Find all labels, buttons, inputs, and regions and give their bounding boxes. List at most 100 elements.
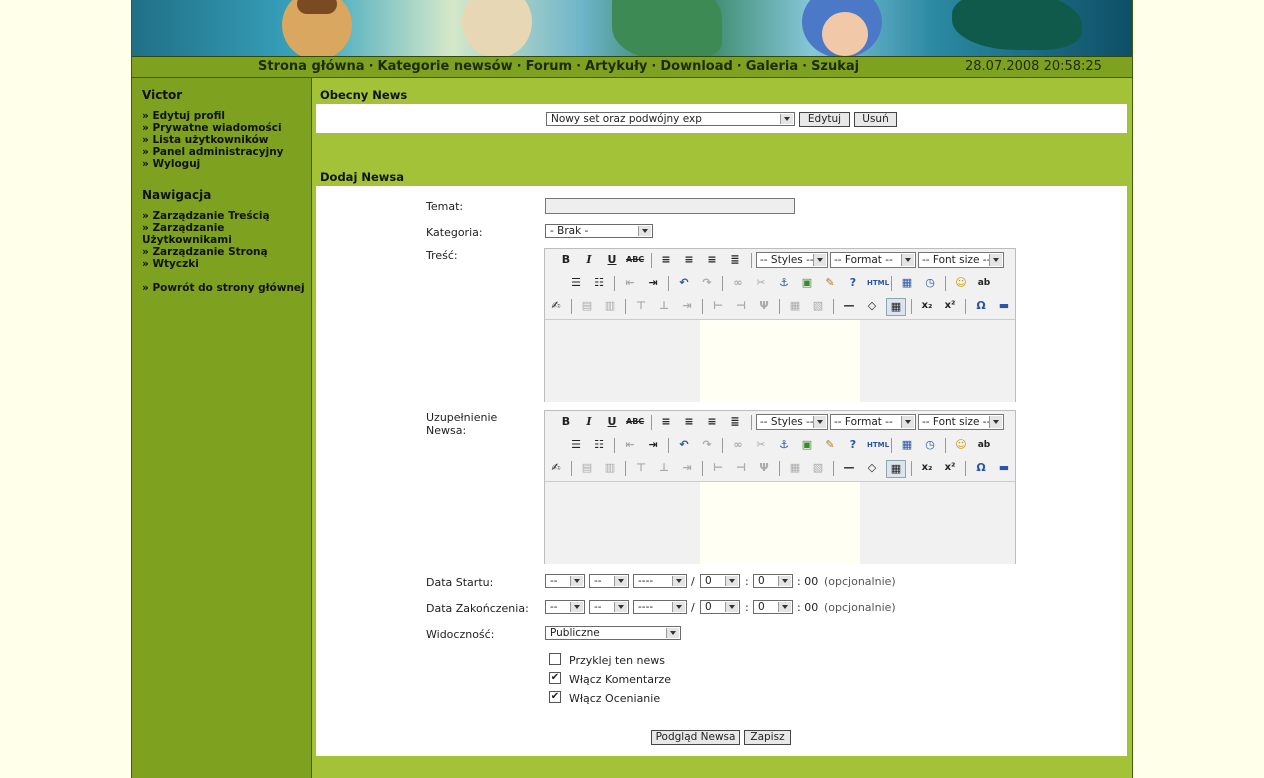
start-minute-select[interactable]: 0 [753,574,793,588]
start-day-select[interactable]: -- [545,574,585,588]
format-dropdown[interactable]: -- Format -- [830,414,916,430]
rating-checkbox[interactable]: ✔ [549,691,561,703]
unlink-icon[interactable]: ✂ [752,275,770,291]
start-month-select[interactable]: -- [589,574,629,588]
insert-col-before-icon[interactable]: ⊢ [709,460,727,476]
remove-format-icon[interactable]: ◇ [863,298,881,314]
advanced-hr-icon[interactable]: ▬ [995,298,1013,314]
end-year-select[interactable]: ---- [633,600,687,614]
strikethrough-icon[interactable]: ABC [626,252,644,268]
insert-row-before-icon[interactable]: ⊤ [632,298,650,314]
indent-icon[interactable]: ⇥ [644,275,662,291]
italic-icon[interactable]: I [580,414,598,430]
insert-row-before-icon[interactable]: ⊤ [632,460,650,476]
align-right-icon[interactable]: ≡ [703,414,721,430]
link-icon[interactable]: ∞ [729,275,747,291]
image-icon[interactable]: ▣ [798,437,816,453]
nav-news-categories[interactable]: Kategorie newsów [378,59,513,74]
anchor-icon[interactable]: ⚓ [775,275,793,291]
extended-edit-area[interactable] [545,481,1015,564]
insert-col-before-icon[interactable]: ⊢ [709,298,727,314]
nav-download[interactable]: Download [660,59,732,74]
unlink-icon[interactable]: ✂ [752,437,770,453]
undo-icon[interactable]: ↶ [675,437,693,453]
sidebar-item-user-management[interactable]: » Zarządzanie Użytkownikami [142,222,252,246]
save-button[interactable]: Zapisz [744,730,791,745]
merge-cells-icon[interactable]: ▧ [809,460,827,476]
table-cell-props-icon[interactable]: ▥ [601,460,619,476]
start-year-select[interactable]: ---- [633,574,687,588]
html-source-icon[interactable]: HTML [867,437,889,453]
bold-icon[interactable]: B [557,414,575,430]
emoticon-icon[interactable]: ☺ [952,275,970,291]
table-row-props-icon[interactable]: ▤ [578,460,596,476]
table-cell-props-icon[interactable]: ▥ [601,298,619,314]
align-center-icon[interactable]: ≡ [680,414,698,430]
sidebar-item-back-home[interactable]: » Powrót do strony głównej [142,282,311,294]
align-left-icon[interactable]: ≡ [657,414,675,430]
visual-aid-icon[interactable]: ▦ [886,298,906,316]
align-center-icon[interactable]: ≡ [680,252,698,268]
styles-dropdown[interactable]: -- Styles -- [756,414,828,430]
help-icon[interactable]: ? [844,437,862,453]
outdent-icon[interactable]: ⇤ [621,275,639,291]
end-month-select[interactable]: -- [589,600,629,614]
sidebar-item-private-messages[interactable]: » Prywatne wiadomości [142,122,311,134]
redo-icon[interactable]: ↷ [698,437,716,453]
insert-date-icon[interactable]: ▦ [898,275,916,291]
horizontal-rule-icon[interactable]: — [840,298,858,314]
strikethrough-icon[interactable]: ABC [626,414,644,430]
align-left-icon[interactable]: ≡ [657,252,675,268]
indent-icon[interactable]: ⇥ [644,437,662,453]
bullet-list-icon[interactable]: ☰ [567,437,585,453]
split-cells-icon[interactable]: ▦ [786,298,804,314]
visual-aid-icon[interactable]: ▦ [886,460,906,478]
undo-icon[interactable]: ↶ [675,275,693,291]
nav-home[interactable]: Strona główna [258,59,365,74]
sidebar-item-content-management[interactable]: » Zarządzanie Treścią [142,210,311,222]
insert-time-icon[interactable]: ◷ [921,437,939,453]
emoticon-icon[interactable]: ☺ [952,437,970,453]
content-edit-area[interactable] [545,319,1015,402]
visibility-select[interactable]: Publiczne [545,626,681,640]
insert-row-after-icon[interactable]: ⊥ [655,298,673,314]
delete-row-icon[interactable]: ⇥ [678,298,696,314]
edit-icon[interactable]: ✍ [547,460,565,476]
format-dropdown[interactable]: -- Format -- [830,252,916,268]
subscript-icon[interactable]: x₂ [918,460,936,476]
delete-col-icon[interactable]: Ψ [755,460,773,476]
delete-news-button[interactable]: Usuń [854,112,897,127]
topic-input[interactable] [545,198,795,214]
spellcheck-icon[interactable]: ab [975,275,993,291]
cleanup-icon[interactable]: ✎ [821,437,839,453]
edit-icon[interactable]: ✍ [547,298,565,314]
superscript-icon[interactable]: x² [941,298,959,314]
category-select[interactable]: - Brak - [545,224,653,238]
bold-icon[interactable]: B [557,252,575,268]
numbered-list-icon[interactable]: ☷ [590,437,608,453]
sticky-checkbox[interactable] [549,653,561,665]
advanced-hr-icon[interactable]: ▬ [995,460,1013,476]
delete-row-icon[interactable]: ⇥ [678,460,696,476]
end-day-select[interactable]: -- [545,600,585,614]
spellcheck-icon[interactable]: ab [975,437,993,453]
anchor-icon[interactable]: ⚓ [775,437,793,453]
styles-dropdown[interactable]: -- Styles -- [756,252,828,268]
align-right-icon[interactable]: ≡ [703,252,721,268]
superscript-icon[interactable]: x² [941,460,959,476]
link-icon[interactable]: ∞ [729,437,747,453]
cleanup-icon[interactable]: ✎ [821,275,839,291]
horizontal-rule-icon[interactable]: — [840,460,858,476]
nav-search[interactable]: Szukaj [811,59,859,74]
special-char-icon[interactable]: Ω [972,460,990,476]
sidebar-item-edit-profile[interactable]: » Edytuj profil [142,110,311,122]
nav-gallery[interactable]: Galeria [746,59,798,74]
italic-icon[interactable]: I [580,252,598,268]
current-news-select[interactable]: Nowy set oraz podwójny exp [546,112,795,126]
underline-icon[interactable]: U [603,252,621,268]
start-hour-select[interactable]: 0 [700,574,740,588]
font-size-dropdown[interactable]: -- Font size -- [918,252,1004,268]
nav-articles[interactable]: Artykuły [585,59,647,74]
numbered-list-icon[interactable]: ☷ [590,275,608,291]
comments-checkbox[interactable]: ✔ [549,672,561,684]
